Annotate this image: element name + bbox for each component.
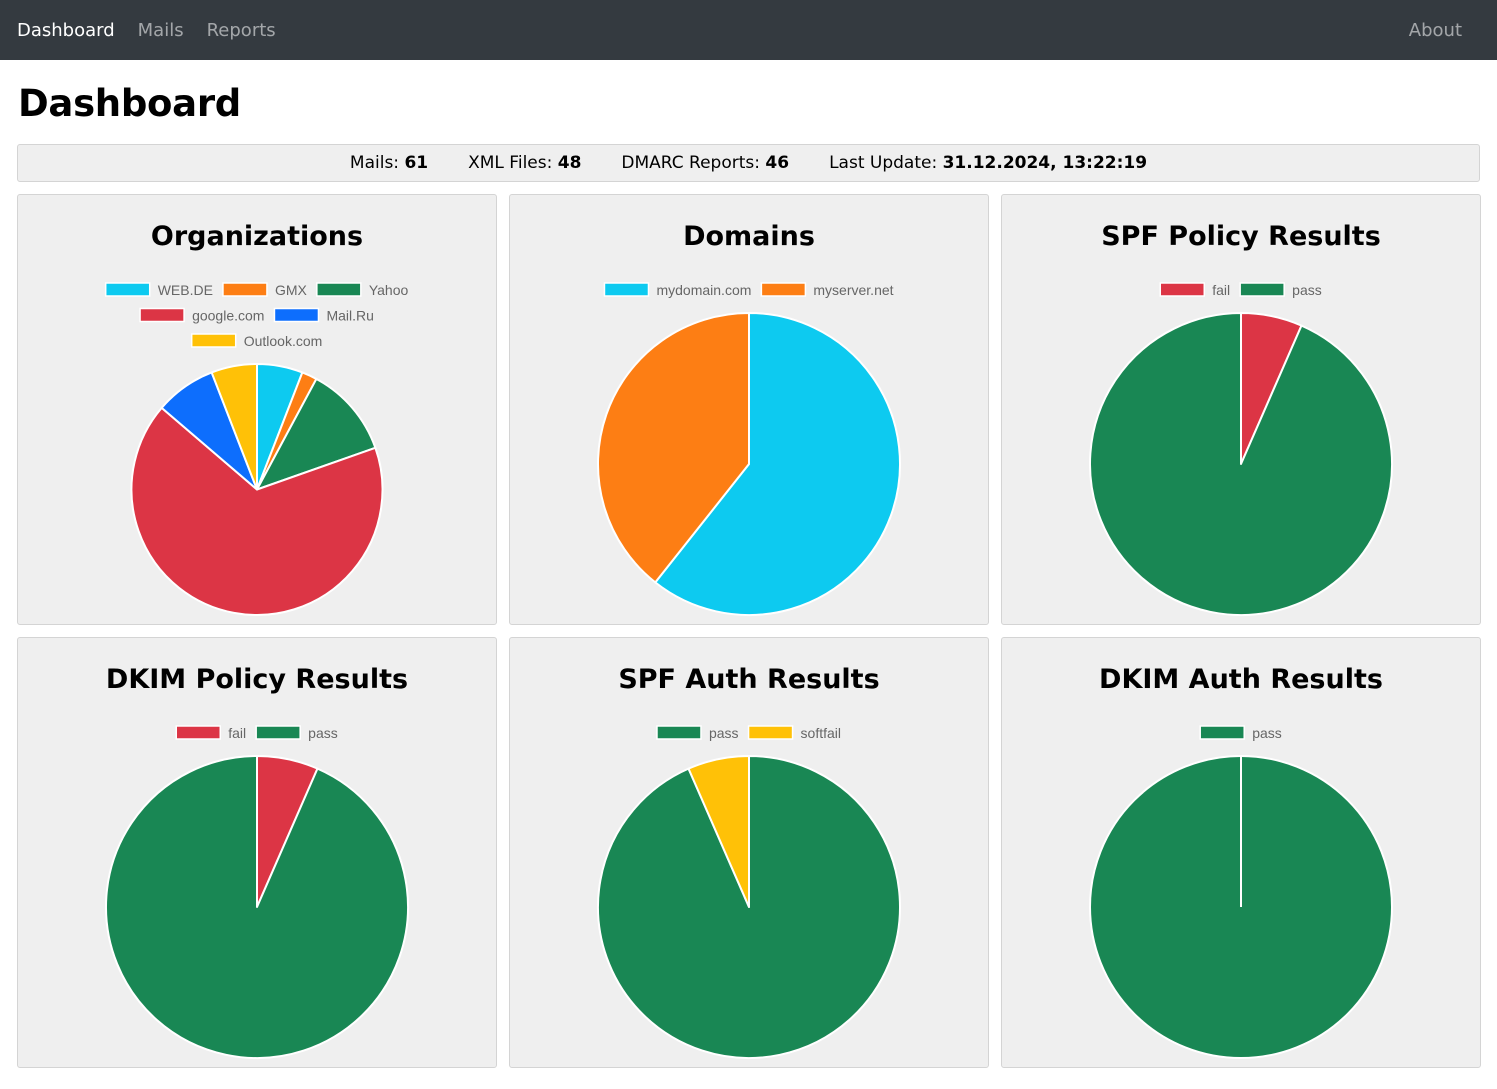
stat-mails: Mails: 61 bbox=[350, 153, 428, 173]
legend-label-web-de[interactable]: WEB.DE bbox=[158, 282, 213, 298]
stats-bar: Mails: 61 XML Files: 48 DMARC Reports: 4… bbox=[17, 144, 1480, 182]
legend-label-outlook-com[interactable]: Outlook.com bbox=[244, 333, 323, 349]
legend-label-fail[interactable]: fail bbox=[228, 725, 246, 741]
legend-swatch-gmx[interactable] bbox=[222, 282, 268, 297]
pie-slice-pass[interactable] bbox=[105, 755, 409, 1059]
legend-label-google-com[interactable]: google.com bbox=[192, 308, 264, 324]
nav-reports-link[interactable]: Reports bbox=[207, 20, 276, 41]
legend-label-myserver-net[interactable]: myserver.net bbox=[813, 282, 893, 298]
legend-label-pass[interactable]: pass bbox=[308, 725, 338, 741]
dkim-auth-pie-chart: pass bbox=[1089, 725, 1393, 1059]
legend-swatch-web-de[interactable] bbox=[104, 282, 151, 297]
stat-mails-value: 61 bbox=[404, 153, 429, 173]
stat-dmarc-label: DMARC Reports: bbox=[621, 153, 760, 173]
legend-label-fail[interactable]: fail bbox=[1212, 282, 1230, 298]
legend-label-pass[interactable]: pass bbox=[1252, 725, 1282, 741]
nav-links: Dashboard Mails Reports bbox=[17, 20, 299, 41]
stat-update-label: Last Update: bbox=[829, 153, 938, 173]
legend-label-yahoo[interactable]: Yahoo bbox=[369, 282, 409, 298]
chart-card-spf-auth: SPF Auth Results pass softfail bbox=[509, 637, 989, 1068]
legend-label-mydomain-com[interactable]: mydomain.com bbox=[656, 282, 751, 298]
top-navbar: Dashboard Mails Reports About bbox=[0, 0, 1497, 60]
legend-label-softfail[interactable]: softfail bbox=[801, 725, 841, 741]
spf-auth-pie-chart: pass softfail bbox=[597, 725, 901, 1059]
stat-mails-label: Mails: bbox=[349, 153, 400, 173]
legend-swatch-pass[interactable] bbox=[656, 725, 702, 740]
nav-about-link[interactable]: About bbox=[1409, 20, 1462, 41]
legend-label-mail-ru[interactable]: Mail.Ru bbox=[326, 308, 373, 324]
chart-card-dkim-auth: DKIM Auth Results pass bbox=[1001, 637, 1481, 1068]
stat-last-update: Last Update: 31.12.2024, 13:22:19 bbox=[829, 153, 1147, 173]
legend-swatch-yahoo[interactable] bbox=[316, 282, 362, 297]
legend-swatch-pass[interactable] bbox=[255, 725, 301, 740]
legend-swatch-myserver-net[interactable] bbox=[760, 282, 807, 297]
legend-swatch-fail[interactable] bbox=[175, 725, 222, 740]
legend-swatch-outlook-com[interactable] bbox=[190, 333, 237, 348]
legend-label-gmx[interactable]: GMX bbox=[275, 282, 308, 298]
spf-policy-pie-chart: fail pass bbox=[1089, 282, 1393, 616]
legend-label-pass[interactable]: pass bbox=[709, 725, 739, 741]
organizations-pie-chart: WEB.DE GMX Yahoo google.com Mail.RuOutlook.c… bbox=[104, 282, 409, 616]
stat-update-value: 31.12.2024, 13:22:19 bbox=[942, 153, 1148, 173]
stat-dmarc-value: 46 bbox=[765, 153, 790, 173]
legend-swatch-pass[interactable] bbox=[1239, 282, 1285, 297]
stat-xml-files: XML Files: 48 bbox=[468, 153, 581, 173]
legend-swatch-mail-ru[interactable] bbox=[273, 307, 320, 323]
page-title: Dashboard bbox=[18, 82, 241, 125]
nav-mails-link[interactable]: Mails bbox=[138, 20, 184, 41]
stat-dmarc-reports: DMARC Reports: 46 bbox=[621, 153, 789, 173]
stat-xml-label: XML Files: bbox=[468, 153, 553, 173]
chart-card-domains: Domains mydomain.com myserver.net bbox=[509, 194, 989, 625]
pie-slice-pass[interactable] bbox=[1089, 312, 1393, 616]
domains-pie-chart: mydomain.com myserver.net bbox=[597, 282, 901, 616]
legend-swatch-mydomain-com[interactable] bbox=[603, 282, 650, 297]
legend-label-pass[interactable]: pass bbox=[1292, 282, 1322, 298]
chart-card-spf-policy: SPF Policy Results fail pass bbox=[1001, 194, 1481, 625]
chart-card-dkim-policy: DKIM Policy Results fail pass bbox=[17, 637, 497, 1068]
legend-swatch-google-com[interactable] bbox=[139, 307, 185, 323]
chart-card-organizations: Organizations WEB.DE GMX Yahoo google.com Ma… bbox=[17, 194, 497, 625]
stat-xml-value: 48 bbox=[557, 153, 582, 173]
nav-dashboard-link[interactable]: Dashboard bbox=[17, 20, 115, 41]
legend-swatch-pass[interactable] bbox=[1199, 725, 1245, 740]
legend-swatch-fail[interactable] bbox=[1159, 282, 1206, 297]
legend-swatch-softfail[interactable] bbox=[747, 725, 794, 740]
dkim-policy-pie-chart: fail pass bbox=[105, 725, 409, 1059]
